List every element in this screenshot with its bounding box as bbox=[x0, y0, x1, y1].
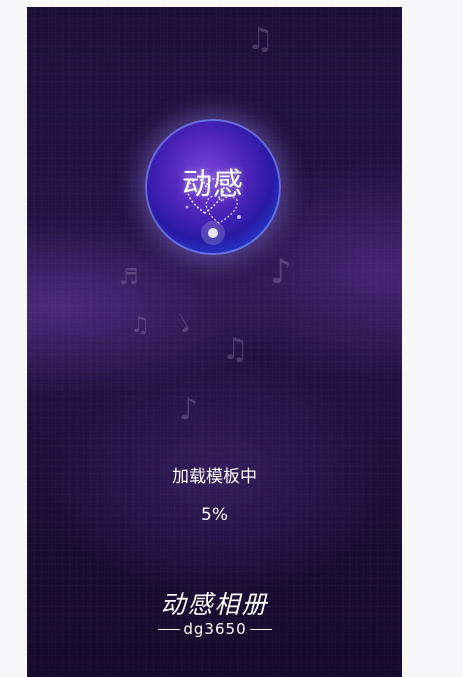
music-note-icon: ♪ bbox=[179, 392, 199, 427]
music-note-icon: ♫ bbox=[247, 22, 274, 57]
loading-status-text: 加载模板中 bbox=[172, 467, 257, 487]
splash-screen: ♫ ♬ ♪ ♫ ♩ ♫ ♪ 动感 加载模板中 5% 动感相册 dg3650 bbox=[27, 7, 402, 677]
music-note-icon: ♩ bbox=[170, 307, 196, 341]
brand-subtitle-text: dg3650 bbox=[183, 620, 247, 638]
divider-line-left bbox=[158, 628, 181, 630]
music-note-icon: ♫ bbox=[222, 332, 249, 367]
divider-line-right bbox=[249, 628, 272, 630]
music-note-icon: ♫ bbox=[130, 313, 150, 338]
brand-subtitle: dg3650 bbox=[151, 619, 279, 639]
music-note-icon: ♬ bbox=[119, 265, 139, 290]
logo-text: 动感 bbox=[182, 167, 244, 202]
loading-progress-text: 5% bbox=[201, 505, 228, 525]
music-note-icon: ♪ bbox=[270, 252, 292, 292]
app-logo: 动感 bbox=[145, 119, 281, 255]
logo-orb: 动感 bbox=[145, 119, 281, 255]
brand-title: 动感相册 bbox=[160, 590, 269, 619]
